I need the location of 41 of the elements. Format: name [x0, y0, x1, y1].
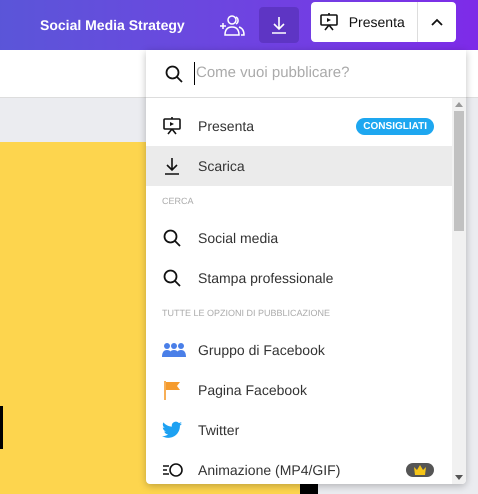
- canvas-shape: [0, 406, 3, 449]
- menu-item[interactable]: Twitter: [146, 410, 452, 450]
- menu-item[interactable]: Pagina Facebook: [146, 370, 452, 410]
- present-button[interactable]: Presenta: [310, 2, 418, 42]
- scrollbar-thumb[interactable]: [454, 111, 464, 231]
- menu-item-label: Social media: [198, 228, 280, 248]
- menu-item-label: Gruppo di Facebook: [198, 340, 326, 360]
- menu-item[interactable]: Presenta CONSIGLIATI: [146, 106, 452, 146]
- recommended-badge: CONSIGLIATI: [356, 118, 434, 134]
- presentation-icon: [318, 12, 339, 32]
- crown-icon: [414, 465, 426, 475]
- presentation-icon: [162, 116, 182, 136]
- menu-item[interactable]: Social media: [146, 218, 452, 258]
- menu-item[interactable]: Stampa professionale: [146, 258, 452, 298]
- menu-item[interactable]: Animazione (MP4/GIF): [146, 450, 452, 484]
- scroll-up-icon: [455, 102, 463, 107]
- animation-icon: [162, 462, 184, 478]
- menu-item[interactable]: Scarica: [146, 146, 452, 186]
- bird-icon: [162, 421, 182, 439]
- search-icon: [162, 268, 182, 288]
- search-icon: [164, 64, 184, 84]
- menu-item-label: Stampa professionale: [198, 268, 334, 288]
- download-button[interactable]: [258, 7, 299, 43]
- menu-item-label: Scarica: [198, 156, 246, 176]
- menu-item-label: Presenta: [198, 116, 256, 136]
- group-icon: [162, 342, 186, 358]
- search-field[interactable]: Come vuoi pubblicare?: [146, 50, 466, 98]
- section-heading: TUTTE LE OPZIONI DI PUBBLICAZIONE: [161, 307, 332, 320]
- add-people-icon: [218, 14, 245, 36]
- chevron-up-icon: [430, 18, 443, 26]
- section-heading: CERCA: [161, 195, 195, 208]
- menu-item-label: Animazione (MP4/GIF): [198, 460, 342, 480]
- menu-item-label: Twitter: [198, 420, 240, 440]
- scroll-down-icon: [455, 475, 463, 480]
- download-icon: [162, 156, 182, 176]
- search-input[interactable]: Come vuoi pubblicare?: [194, 62, 448, 85]
- search-icon: [162, 228, 182, 248]
- menu-item-label: Pagina Facebook: [198, 380, 308, 400]
- menu-item[interactable]: Gruppo di Facebook: [146, 330, 452, 370]
- document-title: Social Media Strategy: [40, 16, 185, 35]
- flag-icon: [162, 380, 182, 400]
